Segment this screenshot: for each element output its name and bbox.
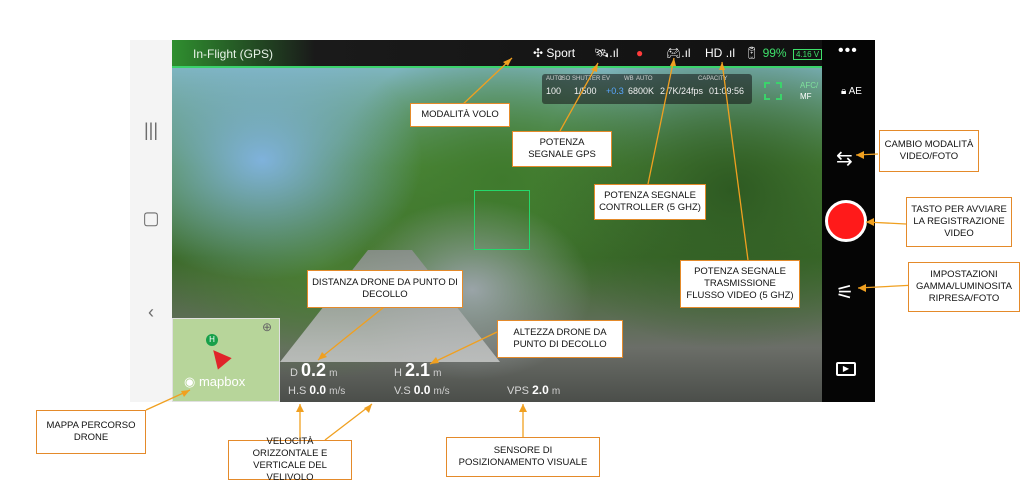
arrow-altezza	[429, 331, 498, 365]
callout-arrows	[145, 57, 917, 441]
callout-tasto-registrazione: TASTO PER AVVIARE LA REGISTRAZIONE VIDEO	[906, 197, 1012, 247]
arrow-controller	[647, 57, 675, 185]
callout-sensore: SENSORE DI POSIZIONAMENTO VISUALE	[446, 437, 600, 477]
callout-mappa-percorso: MAPPA PERCORSO DRONE	[36, 410, 146, 454]
arrow-modalita-volo	[459, 57, 513, 108]
callout-impostazioni: IMPOSTAZIONI GAMMA/LUMINOSITA RIPRESA/FO…	[908, 262, 1020, 312]
callout-potenza-controller: POTENZA SEGNALE CONTROLLER (5 GHZ)	[594, 184, 706, 220]
callout-potenza-gps: POTENZA SEGNALE GPS	[512, 131, 612, 167]
arrow-vel-v	[324, 403, 373, 441]
arrowhead	[866, 218, 874, 226]
arrowhead	[719, 62, 725, 70]
arrowhead	[430, 357, 439, 364]
arrow-distanza	[317, 306, 385, 361]
callout-velocita: VELOCITÀ ORIZZONTALE E VERTICALE DEL VEL…	[228, 436, 352, 483]
arrowhead	[591, 63, 598, 72]
arrowhead	[364, 404, 372, 413]
callout-distanza-drone: DISTANZA DRONE DA PUNTO DI DECOLLO	[307, 270, 463, 308]
arrow-gps	[559, 62, 599, 132]
callout-altezza-drone: ALTEZZA DRONE DA PUNTO DI DECOLLO	[497, 320, 623, 358]
arrowhead	[670, 58, 676, 66]
arrowhead	[856, 151, 864, 159]
callout-cambio-modalita: CAMBIO MODALITÀ VIDEO/FOTO	[879, 130, 979, 172]
callout-potenza-video: POTENZA SEGNALE TRASMISSIONE FLUSSO VIDE…	[680, 260, 800, 308]
arrowhead	[181, 390, 190, 397]
callout-modalita-volo: MODALITÀ VOLO	[410, 103, 510, 127]
arrowhead	[858, 284, 866, 292]
arrowhead	[519, 404, 527, 412]
arrow-video	[721, 61, 749, 261]
arrowhead	[296, 404, 304, 412]
